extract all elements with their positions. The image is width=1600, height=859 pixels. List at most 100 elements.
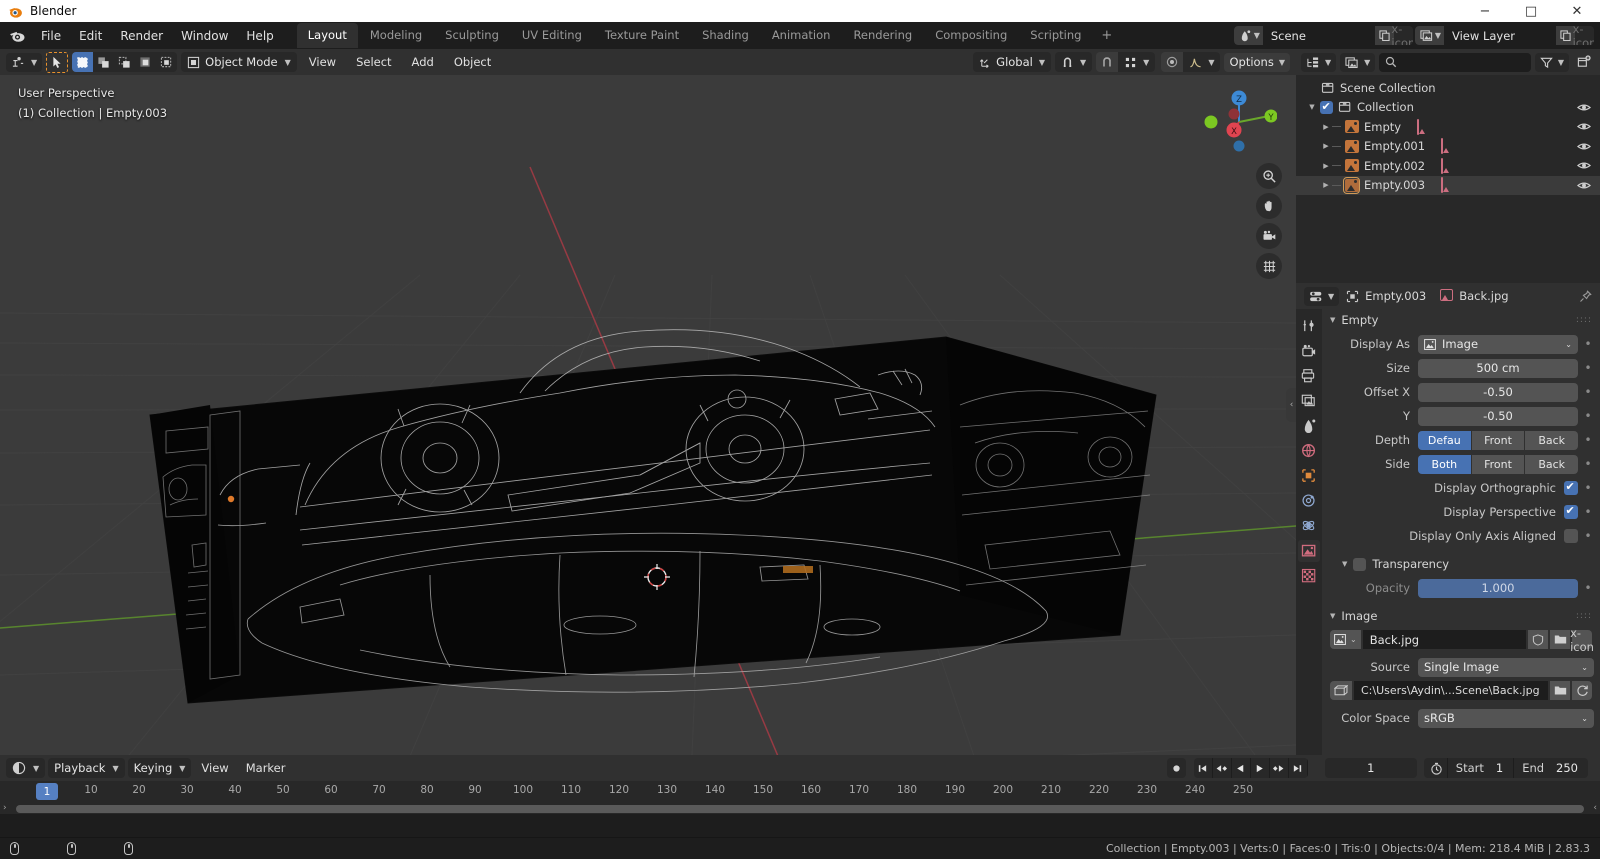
visibility-eye-icon[interactable] <box>1576 121 1592 132</box>
tab-scene[interactable] <box>1298 415 1320 437</box>
pin-icon[interactable] <box>1579 289 1592 303</box>
animate-property-dot[interactable]: • <box>1582 409 1594 423</box>
prev-keyframe-icon[interactable] <box>1212 758 1232 778</box>
viewport-sidebar-toggle[interactable]: ‹ <box>1286 387 1296 422</box>
shield-icon[interactable] <box>1528 630 1548 649</box>
editor-type-button[interactable]: ▼ <box>6 52 43 72</box>
play-icon[interactable] <box>1250 758 1270 778</box>
jump-to-end-icon[interactable] <box>1288 758 1308 778</box>
select-invert-button[interactable] <box>135 52 157 72</box>
animate-property-dot[interactable]: • <box>1582 529 1594 543</box>
tab-physics[interactable] <box>1298 515 1320 537</box>
source-dropdown[interactable]: Single Image ⌄ <box>1418 657 1594 677</box>
transparency-checkbox[interactable] <box>1353 557 1367 571</box>
tab-view-layer[interactable] <box>1298 390 1320 412</box>
viewport-menu-object[interactable]: Object <box>446 52 499 72</box>
tab-uv-editing[interactable]: UV Editing <box>511 23 593 48</box>
scroll-right-arrow[interactable]: ‹ <box>1593 803 1597 813</box>
menu-render[interactable]: Render <box>111 26 172 46</box>
image-data-icon[interactable] <box>1441 157 1444 174</box>
panel-header-image[interactable]: ▼ Image :::: <box>1322 605 1600 627</box>
unlink-view-layer-button[interactable]: x-icon <box>1573 26 1594 45</box>
outliner-search-input[interactable] <box>1379 52 1531 72</box>
animate-property-dot[interactable]: • <box>1582 433 1594 447</box>
opacity-slider[interactable]: 1.000 <box>1418 578 1578 598</box>
view-layer-selector[interactable]: ▼ View Layer x-icon <box>1414 26 1594 45</box>
animate-property-dot[interactable]: • <box>1582 481 1594 495</box>
visibility-eye-icon[interactable] <box>1576 180 1592 191</box>
tab-world[interactable] <box>1298 440 1320 462</box>
tab-sculpting[interactable]: Sculpting <box>434 23 510 48</box>
visibility-eye-icon[interactable] <box>1576 160 1592 171</box>
next-keyframe-icon[interactable] <box>1269 758 1289 778</box>
transform-orientation-selector[interactable]: Global ▼ <box>973 52 1051 72</box>
blender-menu-icon[interactable] <box>6 27 28 45</box>
tab-scripting[interactable]: Scripting <box>1019 23 1092 48</box>
animate-property-dot[interactable]: • <box>1582 505 1594 519</box>
menu-edit[interactable]: Edit <box>70 26 111 46</box>
cursor-tool-icon[interactable] <box>46 51 69 73</box>
grid-icon[interactable] <box>1256 253 1282 279</box>
outliner-row-empty-003[interactable]: ▶ Empty.003 <box>1296 175 1600 195</box>
size-value-field[interactable]: 500 cm <box>1418 358 1578 378</box>
scene-selector[interactable]: ▼ Scene x-icon <box>1233 26 1413 45</box>
proportional-edit-icon[interactable] <box>1161 52 1184 72</box>
outliner-tree[interactable]: Scene Collection ▼ Collection ▶ <box>1296 75 1600 283</box>
breadcrumb-data-name[interactable]: Back.jpg <box>1459 289 1508 303</box>
panel-header-transparency[interactable]: ▼ Transparency <box>1322 553 1600 575</box>
collapse-triangle-icon[interactable]: ▼ <box>1342 560 1347 568</box>
object-mode-selector[interactable]: Object Mode ▼ <box>181 52 297 72</box>
camera-icon[interactable] <box>1256 223 1282 249</box>
minimize-button[interactable]: − <box>1462 0 1508 22</box>
animate-property-dot[interactable]: • <box>1582 581 1594 595</box>
end-frame-value[interactable]: 250 <box>1552 761 1588 775</box>
depth-option-back[interactable]: Back <box>1525 430 1578 450</box>
stopwatch-icon[interactable] <box>1424 762 1447 775</box>
keying-menu[interactable]: Keying ▼ <box>127 758 192 778</box>
start-frame-value[interactable]: 1 <box>1492 761 1513 775</box>
visibility-eye-icon[interactable] <box>1576 141 1592 152</box>
outliner-row-empty-002[interactable]: ▶ Empty.002 <box>1296 156 1600 176</box>
collapse-triangle-icon[interactable]: ▼ <box>1330 612 1335 620</box>
timeline-scrollbar[interactable] <box>16 805 1584 813</box>
expand-triangle-icon[interactable]: ▶ <box>1320 181 1332 189</box>
scroll-left-arrow[interactable]: › <box>3 803 7 813</box>
folder-icon[interactable] <box>1550 681 1570 700</box>
side-option-front[interactable]: Front <box>1471 454 1526 474</box>
unlink-scene-button[interactable]: x-icon <box>1391 26 1413 45</box>
tab-output[interactable] <box>1298 365 1320 387</box>
select-extend-button[interactable] <box>93 52 115 72</box>
properties-editor-type-button[interactable]: ▼ <box>1304 286 1340 306</box>
image-datablock-name[interactable]: Back.jpg <box>1362 630 1526 649</box>
outliner-row-collection[interactable]: ▼ Collection <box>1296 98 1600 118</box>
timeline-menu-marker[interactable]: Marker <box>239 758 293 778</box>
menu-file[interactable]: File <box>32 26 70 46</box>
expand-triangle-icon[interactable]: ▼ <box>1306 103 1318 111</box>
tab-texture-paint[interactable]: Texture Paint <box>594 23 690 48</box>
collapse-triangle-icon[interactable]: ▼ <box>1330 316 1335 324</box>
filepath-field[interactable]: C:\Users\Aydin\...Scene\Back.jpg <box>1354 681 1548 700</box>
breadcrumb-object-name[interactable]: Empty.003 <box>1365 289 1426 303</box>
viewport-menu-view[interactable]: View <box>301 52 344 72</box>
display-perspective-checkbox[interactable] <box>1564 504 1578 519</box>
outliner-filter-id-button[interactable]: ▼ <box>1340 52 1376 72</box>
tab-animation[interactable]: Animation <box>761 23 842 48</box>
tab-object-data[interactable] <box>1298 540 1320 562</box>
record-icon[interactable] <box>1166 758 1186 778</box>
menu-window[interactable]: Window <box>172 26 237 46</box>
folder-icon[interactable] <box>1550 630 1570 649</box>
expand-triangle-icon[interactable]: ▶ <box>1320 142 1332 150</box>
tab-object[interactable] <box>1298 465 1320 487</box>
tab-shading[interactable]: Shading <box>691 23 760 48</box>
select-subtract-button[interactable] <box>114 52 136 72</box>
outliner-search-field[interactable] <box>1402 55 1525 69</box>
timeline-menu-view[interactable]: View <box>194 758 235 778</box>
visibility-eye-icon[interactable] <box>1576 102 1592 113</box>
outliner-editor-type-button[interactable]: ▼ <box>1301 52 1337 72</box>
scene-name[interactable]: Scene <box>1262 26 1375 45</box>
pan-hand-icon[interactable] <box>1256 193 1282 219</box>
tab-texture[interactable] <box>1298 565 1320 587</box>
image-browse-icon[interactable]: ⌄ <box>1330 630 1361 649</box>
snap-target-selector[interactable]: ▼ <box>1118 52 1156 72</box>
color-space-dropdown[interactable]: sRGB ⌄ <box>1418 708 1594 728</box>
